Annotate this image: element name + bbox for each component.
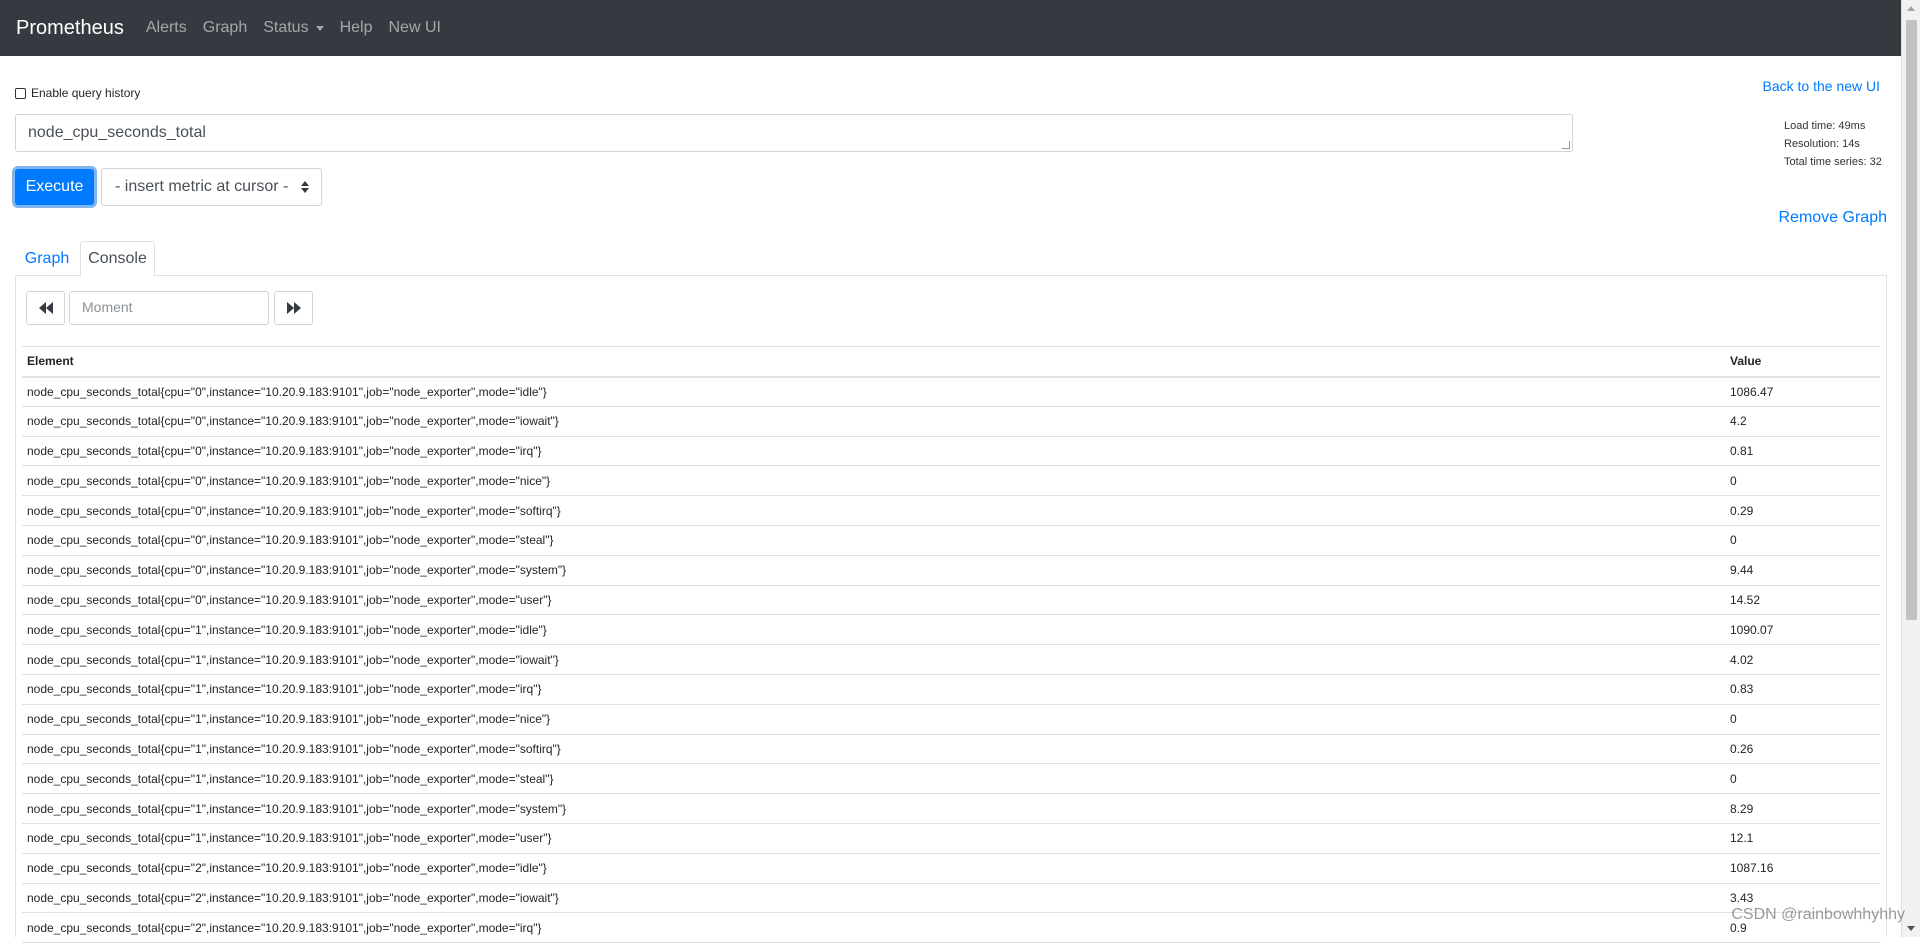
scroll-thumb[interactable]	[1906, 20, 1917, 620]
table-row: node_cpu_seconds_total{cpu="0",instance=…	[22, 585, 1880, 616]
remove-graph-link[interactable]: Remove Graph	[1779, 209, 1888, 227]
brand-link[interactable]: Prometheus	[16, 17, 124, 40]
row-value: 1090.07	[1725, 614, 1880, 646]
forward-icon	[286, 302, 301, 314]
row-value: 0.29	[1725, 495, 1880, 526]
table-row: node_cpu_seconds_total{cpu="1",instance=…	[22, 793, 1880, 824]
row-element: node_cpu_seconds_total{cpu="1",instance=…	[22, 674, 1725, 705]
table-row: node_cpu_seconds_total{cpu="1",instance=…	[22, 734, 1880, 765]
row-element: node_cpu_seconds_total{cpu="0",instance=…	[22, 406, 1725, 437]
resolution-stat: Resolution: 14s	[1784, 138, 1860, 150]
table-row: node_cpu_seconds_total{cpu="1",instance=…	[22, 674, 1880, 705]
row-element: node_cpu_seconds_total{cpu="2",instance=…	[22, 853, 1725, 884]
nav-link-status-label: Status	[263, 19, 309, 36]
row-element: node_cpu_seconds_total{cpu="1",instance=…	[22, 823, 1725, 854]
nav-link-alerts[interactable]: Alerts	[146, 19, 187, 37]
execute-button[interactable]: Execute	[15, 169, 94, 205]
table-row: node_cpu_seconds_total{cpu="0",instance=…	[22, 465, 1880, 497]
time-forward-button[interactable]	[274, 291, 313, 325]
row-element: node_cpu_seconds_total{cpu="0",instance=…	[22, 465, 1725, 497]
select-arrows-icon	[301, 181, 309, 193]
moment-input[interactable]: Moment	[69, 291, 269, 325]
table-row: node_cpu_seconds_total{cpu="1",instance=…	[22, 763, 1880, 795]
table-row: node_cpu_seconds_total{cpu="1",instance=…	[22, 614, 1880, 646]
nav-link-new-ui[interactable]: New UI	[388, 19, 440, 37]
tab-graph[interactable]: Graph	[15, 241, 79, 276]
row-element: node_cpu_seconds_total{cpu="1",instance=…	[22, 644, 1725, 675]
page-scrollbar[interactable]	[1901, 0, 1920, 937]
watermark: CSDN @rainbowhhyhhy	[1731, 906, 1905, 923]
table-row: node_cpu_seconds_total{cpu="0",instance=…	[22, 406, 1880, 437]
table-header-row: Element Value	[22, 346, 1880, 378]
row-element: node_cpu_seconds_total{cpu="1",instance=…	[22, 763, 1725, 795]
row-element: node_cpu_seconds_total{cpu="0",instance=…	[22, 525, 1725, 556]
time-back-button[interactable]	[26, 291, 65, 325]
row-value: 1087.16	[1725, 853, 1880, 884]
row-value: 14.52	[1725, 585, 1880, 616]
scroll-down-icon[interactable]	[1907, 926, 1915, 931]
table-row: node_cpu_seconds_total{cpu="1",instance=…	[22, 644, 1880, 675]
resize-grip-icon[interactable]	[1562, 141, 1570, 149]
caret-down-icon	[315, 25, 324, 31]
table-row: node_cpu_seconds_total{cpu="2",instance=…	[22, 853, 1880, 884]
table-row: node_cpu_seconds_total{cpu="2",instance=…	[22, 912, 1880, 943]
nav-link-help[interactable]: Help	[340, 19, 373, 37]
table-row: node_cpu_seconds_total{cpu="2",instance=…	[22, 883, 1880, 914]
back-to-new-ui-link[interactable]: Back to the new UI	[1762, 78, 1880, 94]
table-row: node_cpu_seconds_total{cpu="0",instance=…	[22, 555, 1880, 586]
backward-icon	[38, 302, 53, 314]
view-tabs: Graph Console	[15, 241, 1887, 277]
header-element: Element	[22, 346, 1725, 378]
row-element: node_cpu_seconds_total{cpu="1",instance=…	[22, 734, 1725, 765]
row-element: node_cpu_seconds_total{cpu="0",instance=…	[22, 555, 1725, 586]
row-element: node_cpu_seconds_total{cpu="0",instance=…	[22, 585, 1725, 616]
query-stats: Load time: 49ms Resolution: 14s Total ti…	[1784, 117, 1882, 171]
row-value: 12.1	[1725, 823, 1880, 854]
row-value: 8.29	[1725, 793, 1880, 824]
expression-input-value: node_cpu_seconds_total	[28, 124, 206, 141]
row-element: node_cpu_seconds_total{cpu="2",instance=…	[22, 883, 1725, 914]
table-row: node_cpu_seconds_total{cpu="0",instance=…	[22, 495, 1880, 526]
row-element: node_cpu_seconds_total{cpu="0",instance=…	[22, 495, 1725, 526]
row-element: node_cpu_seconds_total{cpu="1",instance=…	[22, 793, 1725, 824]
row-value: 0	[1725, 763, 1880, 795]
row-value: 0.81	[1725, 436, 1880, 467]
query-history-toggle[interactable]: Enable query history	[15, 86, 140, 100]
expression-input[interactable]: node_cpu_seconds_total	[15, 114, 1573, 152]
row-element: node_cpu_seconds_total{cpu="0",instance=…	[22, 376, 1725, 407]
row-value: 1086.47	[1725, 376, 1880, 407]
row-value: 0.83	[1725, 674, 1880, 705]
nav-dropdown-status[interactable]: Status	[263, 19, 324, 37]
table-row: node_cpu_seconds_total{cpu="1",instance=…	[22, 823, 1880, 854]
insert-metric-select-label: - insert metric at cursor -	[115, 178, 289, 195]
tab-console[interactable]: Console	[80, 241, 155, 277]
row-value: 4.02	[1725, 644, 1880, 675]
table-row: node_cpu_seconds_total{cpu="0",instance=…	[22, 436, 1880, 467]
query-history-checkbox[interactable]	[15, 87, 26, 99]
row-element: node_cpu_seconds_total{cpu="1",instance=…	[22, 704, 1725, 735]
row-element: node_cpu_seconds_total{cpu="1",instance=…	[22, 614, 1725, 646]
header-value: Value	[1725, 346, 1880, 378]
moment-input-placeholder: Moment	[82, 299, 133, 315]
console-panel: Moment Element Value node_cpu_seconds_to…	[15, 276, 1887, 943]
nav-link-graph[interactable]: Graph	[203, 19, 247, 37]
row-value: 4.2	[1725, 406, 1880, 437]
row-value: 0.26	[1725, 734, 1880, 765]
insert-metric-select[interactable]: - insert metric at cursor -	[101, 168, 322, 206]
row-value: 0	[1725, 465, 1880, 497]
table-row: node_cpu_seconds_total{cpu="1",instance=…	[22, 704, 1880, 735]
table-row: node_cpu_seconds_total{cpu="0",instance=…	[22, 525, 1880, 556]
table-row: node_cpu_seconds_total{cpu="0",instance=…	[22, 376, 1880, 407]
row-value: 0	[1725, 525, 1880, 556]
load-time-stat: Load time: 49ms	[1784, 120, 1866, 132]
row-element: node_cpu_seconds_total{cpu="0",instance=…	[22, 436, 1725, 467]
row-value: 9.44	[1725, 555, 1880, 586]
top-navbar: Prometheus Alerts Graph Status Help New …	[0, 0, 1901, 56]
results-table: Element Value node_cpu_seconds_total{cpu…	[22, 346, 1880, 943]
total-series-stat: Total time series: 32	[1784, 156, 1882, 168]
query-history-label: Enable query history	[31, 86, 141, 100]
row-value: 0	[1725, 704, 1880, 735]
scroll-up-icon[interactable]	[1907, 6, 1915, 11]
row-element: node_cpu_seconds_total{cpu="2",instance=…	[22, 912, 1725, 943]
